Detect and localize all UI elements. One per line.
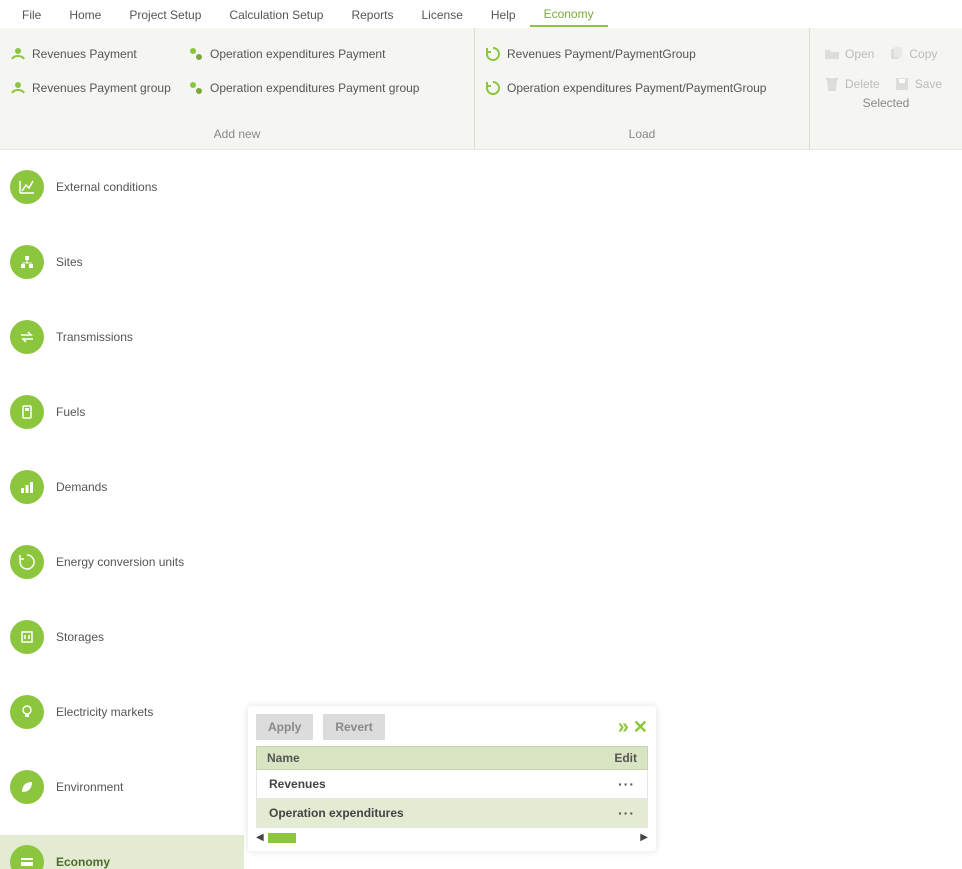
sidebar-item-economy[interactable]: Economy [0, 835, 244, 869]
demand-icon [10, 470, 44, 504]
ribbon-group-title: Load [485, 123, 799, 145]
add-opex-payment-group-button[interactable]: Operation expenditures Payment group [188, 80, 419, 96]
sidebar-item-label: Demands [56, 480, 107, 494]
label: Copy [909, 47, 937, 61]
trans-icon [10, 320, 44, 354]
menu-file[interactable]: File [8, 2, 55, 26]
sidebar-item-storages[interactable]: Storages [0, 610, 244, 665]
open-icon [824, 46, 840, 62]
cycle-icon [485, 80, 501, 96]
sidebar-item-label: Fuels [56, 405, 85, 419]
menubar: File Home Project Setup Calculation Setu… [0, 0, 962, 28]
sidebar-item-label: Economy [56, 855, 110, 869]
card-icon [10, 845, 44, 869]
open-button[interactable]: Open [824, 46, 874, 62]
sidebar-item-electricity-markets[interactable]: Electricity markets [0, 685, 244, 740]
apply-button[interactable]: Apply [256, 714, 313, 740]
add-revenues-payment-group-button[interactable]: Revenues Payment group [10, 80, 180, 96]
revenue-icon [10, 46, 26, 62]
sidebar-item-label: Storages [56, 630, 104, 644]
sidebar-item-label: Transmissions [56, 330, 133, 344]
label: Save [915, 77, 942, 91]
scroll-right-icon[interactable]: ▶ [640, 832, 648, 843]
economy-panel: Apply Revert » ✕ Name Edit Revenues ··· … [248, 706, 656, 851]
sidebar-item-transmissions[interactable]: Transmissions [0, 310, 244, 365]
sidebar-item-fuels[interactable]: Fuels [0, 385, 244, 440]
edit-ellipsis-icon[interactable]: ··· [618, 776, 635, 792]
save-icon [894, 76, 910, 92]
delete-button[interactable]: Delete [824, 76, 880, 92]
sidebar-item-label: Energy conversion units [56, 555, 184, 569]
sidebar-item-energy-conversion-units[interactable]: Energy conversion units [0, 535, 244, 590]
expand-icon[interactable]: » [618, 716, 625, 739]
sidebar-item-external-conditions[interactable]: External conditions [0, 160, 244, 215]
main-content: Apply Revert » ✕ Name Edit Revenues ··· … [244, 150, 962, 869]
menu-reports[interactable]: Reports [337, 2, 407, 26]
sidebar-item-environment[interactable]: Environment [0, 760, 244, 815]
revert-button[interactable]: Revert [323, 714, 384, 740]
storage-icon [10, 620, 44, 654]
sidebar-item-label: Sites [56, 255, 83, 269]
bulb-icon [10, 695, 44, 729]
sidebar-item-label: Electricity markets [56, 705, 153, 719]
horizontal-scrollbar[interactable]: ◀ ▶ [256, 832, 648, 843]
sidebar-item-demands[interactable]: Demands [0, 460, 244, 515]
menu-help[interactable]: Help [477, 2, 530, 26]
copy-button[interactable]: Copy [888, 46, 937, 62]
label: Delete [845, 77, 880, 91]
save-button[interactable]: Save [894, 76, 942, 92]
table-row[interactable]: Revenues ··· [256, 770, 648, 799]
label: Revenues Payment group [32, 81, 171, 95]
grid-header: Name Edit [256, 746, 648, 770]
col-name: Name [267, 751, 300, 765]
menu-project-setup[interactable]: Project Setup [115, 2, 215, 26]
label: Revenues Payment [32, 47, 137, 61]
label: Open [845, 47, 874, 61]
delete-icon [824, 76, 840, 92]
fuel-icon [10, 395, 44, 429]
add-opex-payment-button[interactable]: Operation expenditures Payment [188, 46, 385, 62]
add-revenues-payment-button[interactable]: Revenues Payment [10, 46, 180, 62]
ribbon-group-title: Add new [10, 123, 464, 145]
scroll-thumb[interactable] [268, 833, 296, 843]
cycle-icon [485, 46, 501, 62]
ribbon: Revenues Payment Operation expenditures … [0, 28, 962, 150]
copy-icon [888, 46, 904, 62]
ecu-icon [10, 545, 44, 579]
opex-icon [188, 80, 204, 96]
close-icon[interactable]: ✕ [633, 717, 648, 738]
scroll-track[interactable] [268, 833, 637, 843]
menu-calculation-setup[interactable]: Calculation Setup [215, 2, 337, 26]
leaf-icon [10, 770, 44, 804]
row-name: Revenues [269, 777, 326, 791]
chart-icon [10, 170, 44, 204]
label: Operation expenditures Payment/PaymentGr… [507, 81, 766, 95]
edit-ellipsis-icon[interactable]: ··· [618, 805, 635, 821]
ribbon-group-load: Revenues Payment/PaymentGroup Operation … [474, 28, 809, 149]
load-opex-button[interactable]: Operation expenditures Payment/PaymentGr… [485, 80, 766, 96]
label: Operation expenditures Payment [210, 47, 385, 61]
ribbon-group-add-new: Revenues Payment Operation expenditures … [0, 28, 474, 149]
load-revenues-button[interactable]: Revenues Payment/PaymentGroup [485, 46, 696, 62]
scroll-left-icon[interactable]: ◀ [256, 832, 264, 843]
sites-icon [10, 245, 44, 279]
ribbon-group-selected: Open Copy Delete [809, 28, 962, 149]
ribbon-group-title: Selected [820, 92, 952, 114]
sidebar-item-sites[interactable]: Sites [0, 235, 244, 290]
menu-license[interactable]: License [408, 2, 477, 26]
opex-icon [188, 46, 204, 62]
sidebar-item-label: External conditions [56, 180, 157, 194]
sidebar-item-label: Environment [56, 780, 123, 794]
table-row[interactable]: Operation expenditures ··· [256, 799, 648, 828]
label: Operation expenditures Payment group [210, 81, 419, 95]
col-edit: Edit [614, 751, 637, 765]
label: Revenues Payment/PaymentGroup [507, 47, 696, 61]
menu-home[interactable]: Home [55, 2, 115, 26]
revenue-icon [10, 80, 26, 96]
menu-economy[interactable]: Economy [530, 1, 608, 27]
sidebar: External conditions Sites Transmissions … [0, 150, 244, 869]
row-name: Operation expenditures [269, 806, 404, 820]
